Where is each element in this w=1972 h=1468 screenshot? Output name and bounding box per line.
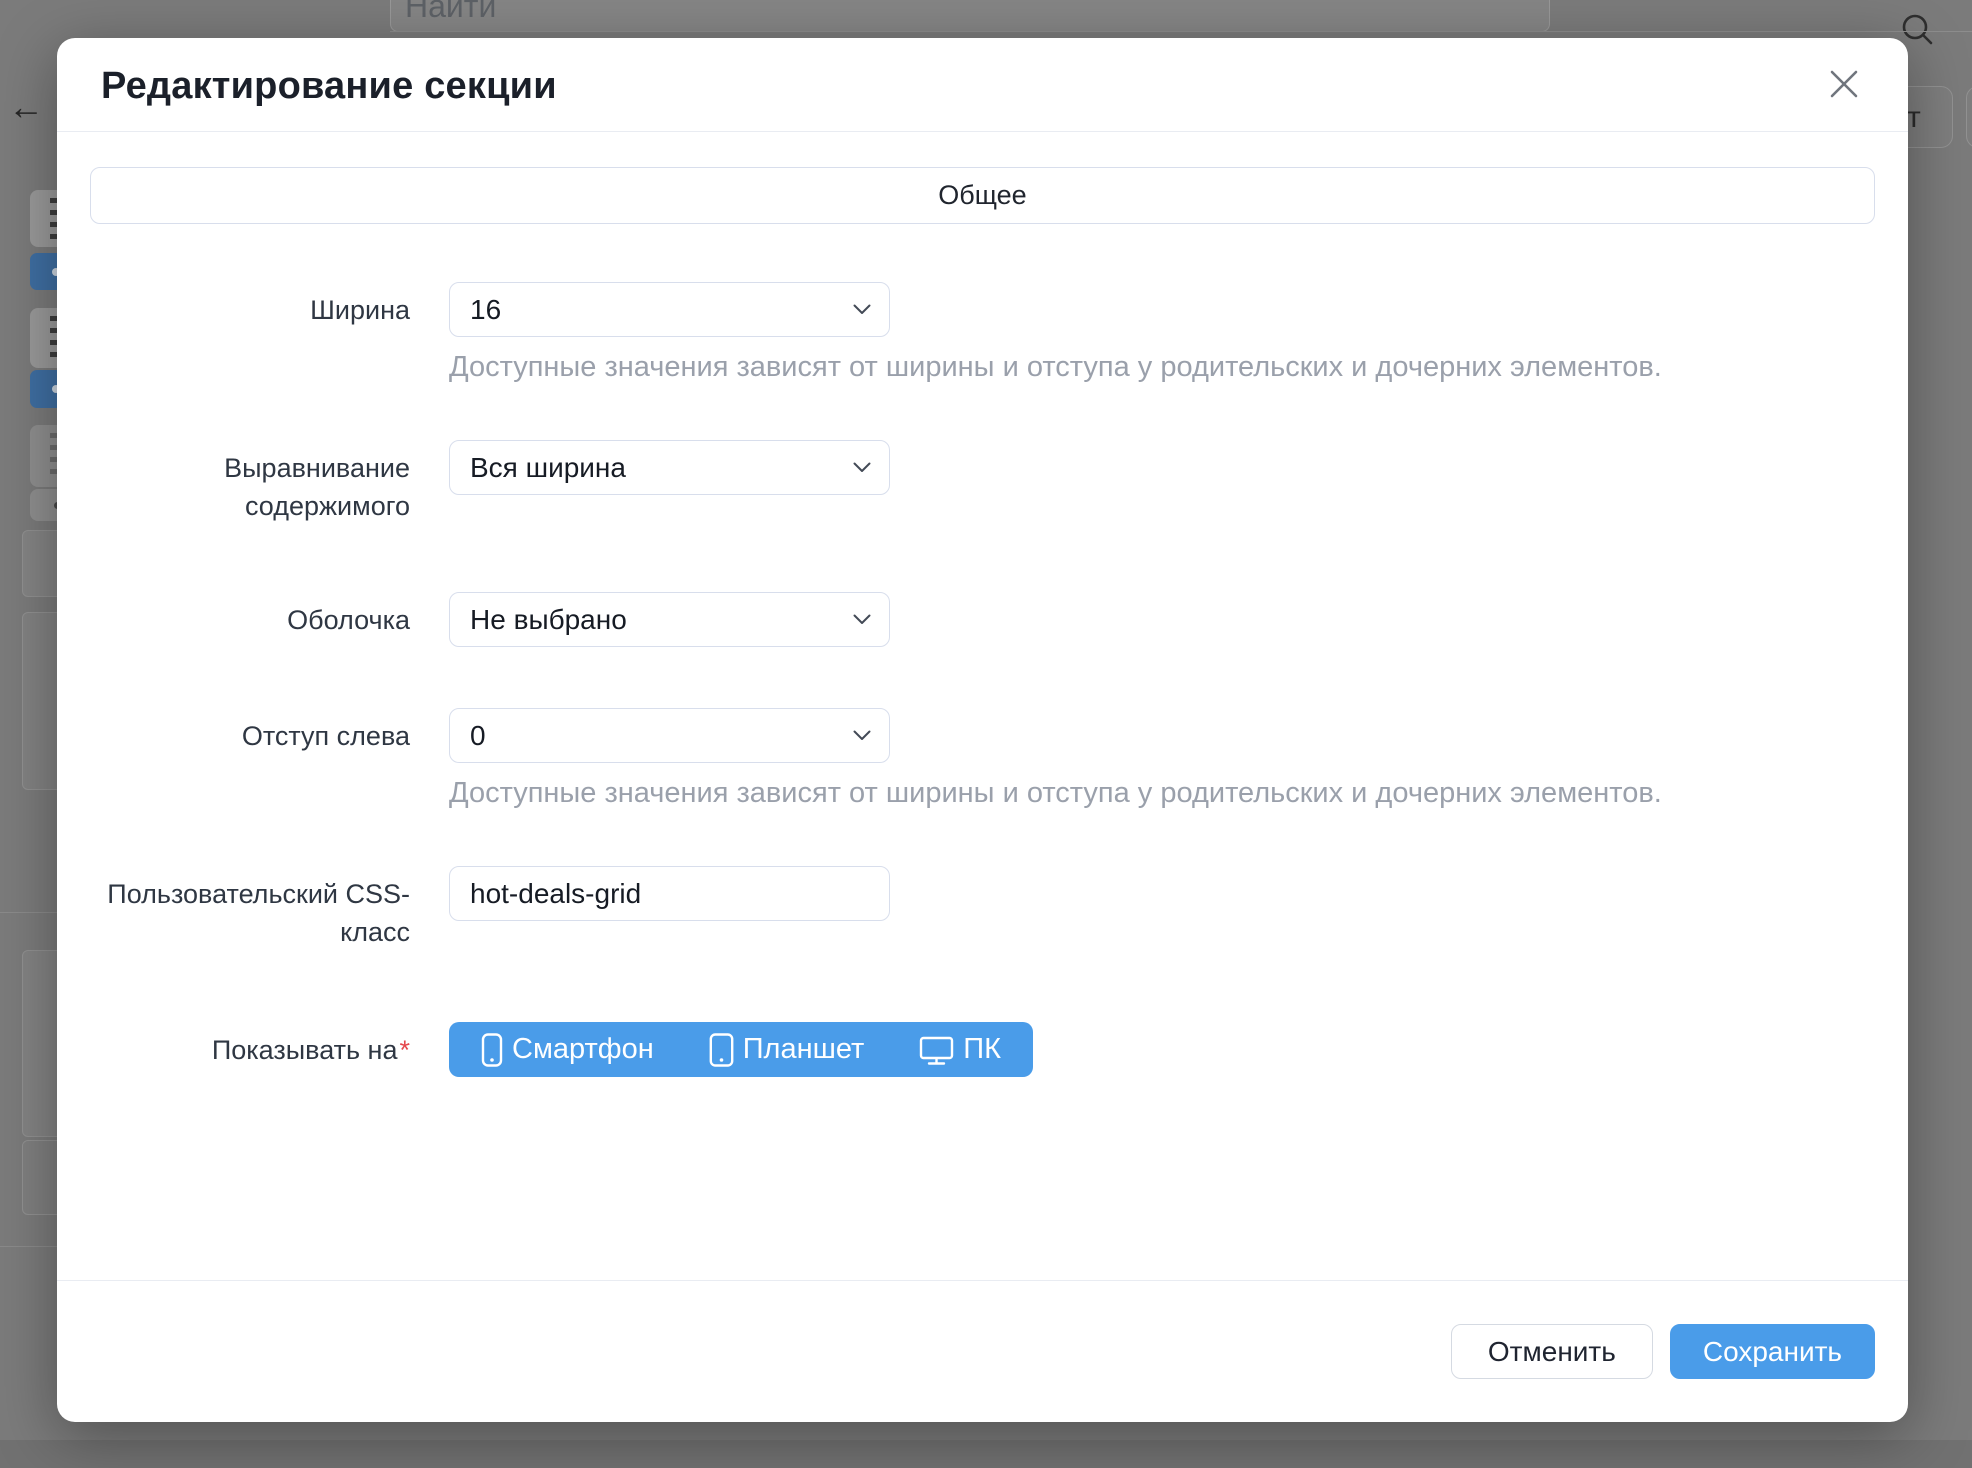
width-helper-text: Доступные значения зависят от ширины и о… bbox=[449, 352, 1662, 382]
search-input bbox=[405, 0, 1305, 31]
toolbar-divider bbox=[390, 31, 1972, 32]
chevron-down-icon bbox=[853, 730, 871, 741]
alignment-select[interactable]: Вся ширина bbox=[449, 440, 890, 495]
cancel-button[interactable]: Отменить bbox=[1451, 1324, 1653, 1379]
show-on-smartphone-toggle[interactable]: Смартфон bbox=[481, 1033, 654, 1067]
bg-partial-button-label: т bbox=[1907, 101, 1921, 135]
left-offset-label: Отступ слева bbox=[90, 708, 410, 755]
bg-partial-button bbox=[1966, 86, 1972, 148]
left-offset-select[interactable]: 0 bbox=[449, 708, 890, 763]
dialog-footer: Отменить Сохранить bbox=[57, 1280, 1908, 1422]
global-search bbox=[390, 0, 1550, 32]
wrapper-label: Оболочка bbox=[90, 592, 410, 639]
show-on-tablet-label: Планшет bbox=[743, 1033, 865, 1066]
left-offset-helper-text: Доступные значения зависят от ширины и о… bbox=[449, 778, 1662, 808]
chevron-down-icon bbox=[853, 304, 871, 315]
bg-footer-band bbox=[0, 1440, 1972, 1468]
dialog-body: Общее Ширина 16 Доступные значения завис… bbox=[57, 132, 1908, 1280]
save-button[interactable]: Сохранить bbox=[1670, 1324, 1875, 1379]
edit-section-dialog: Редактирование секции Общее Ширина 16 bbox=[57, 38, 1908, 1422]
show-on-toggle-group: Смартфон Планшет bbox=[449, 1022, 1033, 1077]
alignment-select-value: Вся ширина bbox=[470, 452, 626, 484]
show-on-pc-toggle[interactable]: ПК bbox=[919, 1033, 1001, 1067]
form-row-alignment: Выравнивание содержимого Вся ширина bbox=[90, 440, 1875, 525]
width-select-value: 16 bbox=[470, 294, 501, 326]
bg-divider bbox=[0, 1246, 57, 1247]
css-class-label: Пользовательский CSS-класс bbox=[90, 866, 410, 951]
required-asterisk: * bbox=[399, 1035, 410, 1065]
form-row-width: Ширина 16 Доступные значения зависят от … bbox=[90, 282, 1875, 382]
back-arrow-icon: ← bbox=[8, 87, 44, 127]
show-on-label-text: Показывать на bbox=[212, 1035, 398, 1065]
form-row-css-class: Пользовательский CSS-класс bbox=[90, 866, 1875, 951]
screen: ← Р т bbox=[0, 0, 1972, 1468]
show-on-pc-label: ПК bbox=[963, 1033, 1001, 1066]
wrapper-select-value: Не выбрано bbox=[470, 604, 627, 636]
chevron-down-icon bbox=[853, 462, 871, 473]
tablet-icon bbox=[709, 1033, 734, 1067]
tab-general-label: Общее bbox=[938, 180, 1026, 211]
close-icon bbox=[1827, 67, 1861, 101]
chevron-down-icon bbox=[853, 614, 871, 625]
wrapper-select[interactable]: Не выбрано bbox=[449, 592, 890, 647]
tab-general[interactable]: Общее bbox=[90, 167, 1875, 224]
show-on-tablet-toggle[interactable]: Планшет bbox=[709, 1033, 865, 1067]
css-class-input[interactable] bbox=[449, 866, 890, 921]
smartphone-icon bbox=[481, 1033, 503, 1067]
width-select[interactable]: 16 bbox=[449, 282, 890, 337]
left-offset-select-value: 0 bbox=[470, 720, 486, 752]
dialog-title: Редактирование секции bbox=[101, 62, 1864, 110]
width-label: Ширина bbox=[90, 282, 410, 329]
dialog-header: Редактирование секции bbox=[57, 38, 1908, 132]
alignment-label: Выравнивание содержимого bbox=[90, 440, 410, 525]
show-on-label: Показывать на* bbox=[90, 1022, 410, 1069]
close-button[interactable] bbox=[1820, 60, 1868, 108]
show-on-smartphone-label: Смартфон bbox=[512, 1033, 654, 1066]
form-row-wrapper: Оболочка Не выбрано bbox=[90, 592, 1875, 647]
desktop-icon bbox=[919, 1033, 954, 1067]
form-row-show-on: Показывать на* Смартфон bbox=[90, 1022, 1875, 1077]
bg-divider bbox=[0, 912, 57, 913]
form-row-left-offset: Отступ слева 0 Доступные значения завися… bbox=[90, 708, 1875, 808]
